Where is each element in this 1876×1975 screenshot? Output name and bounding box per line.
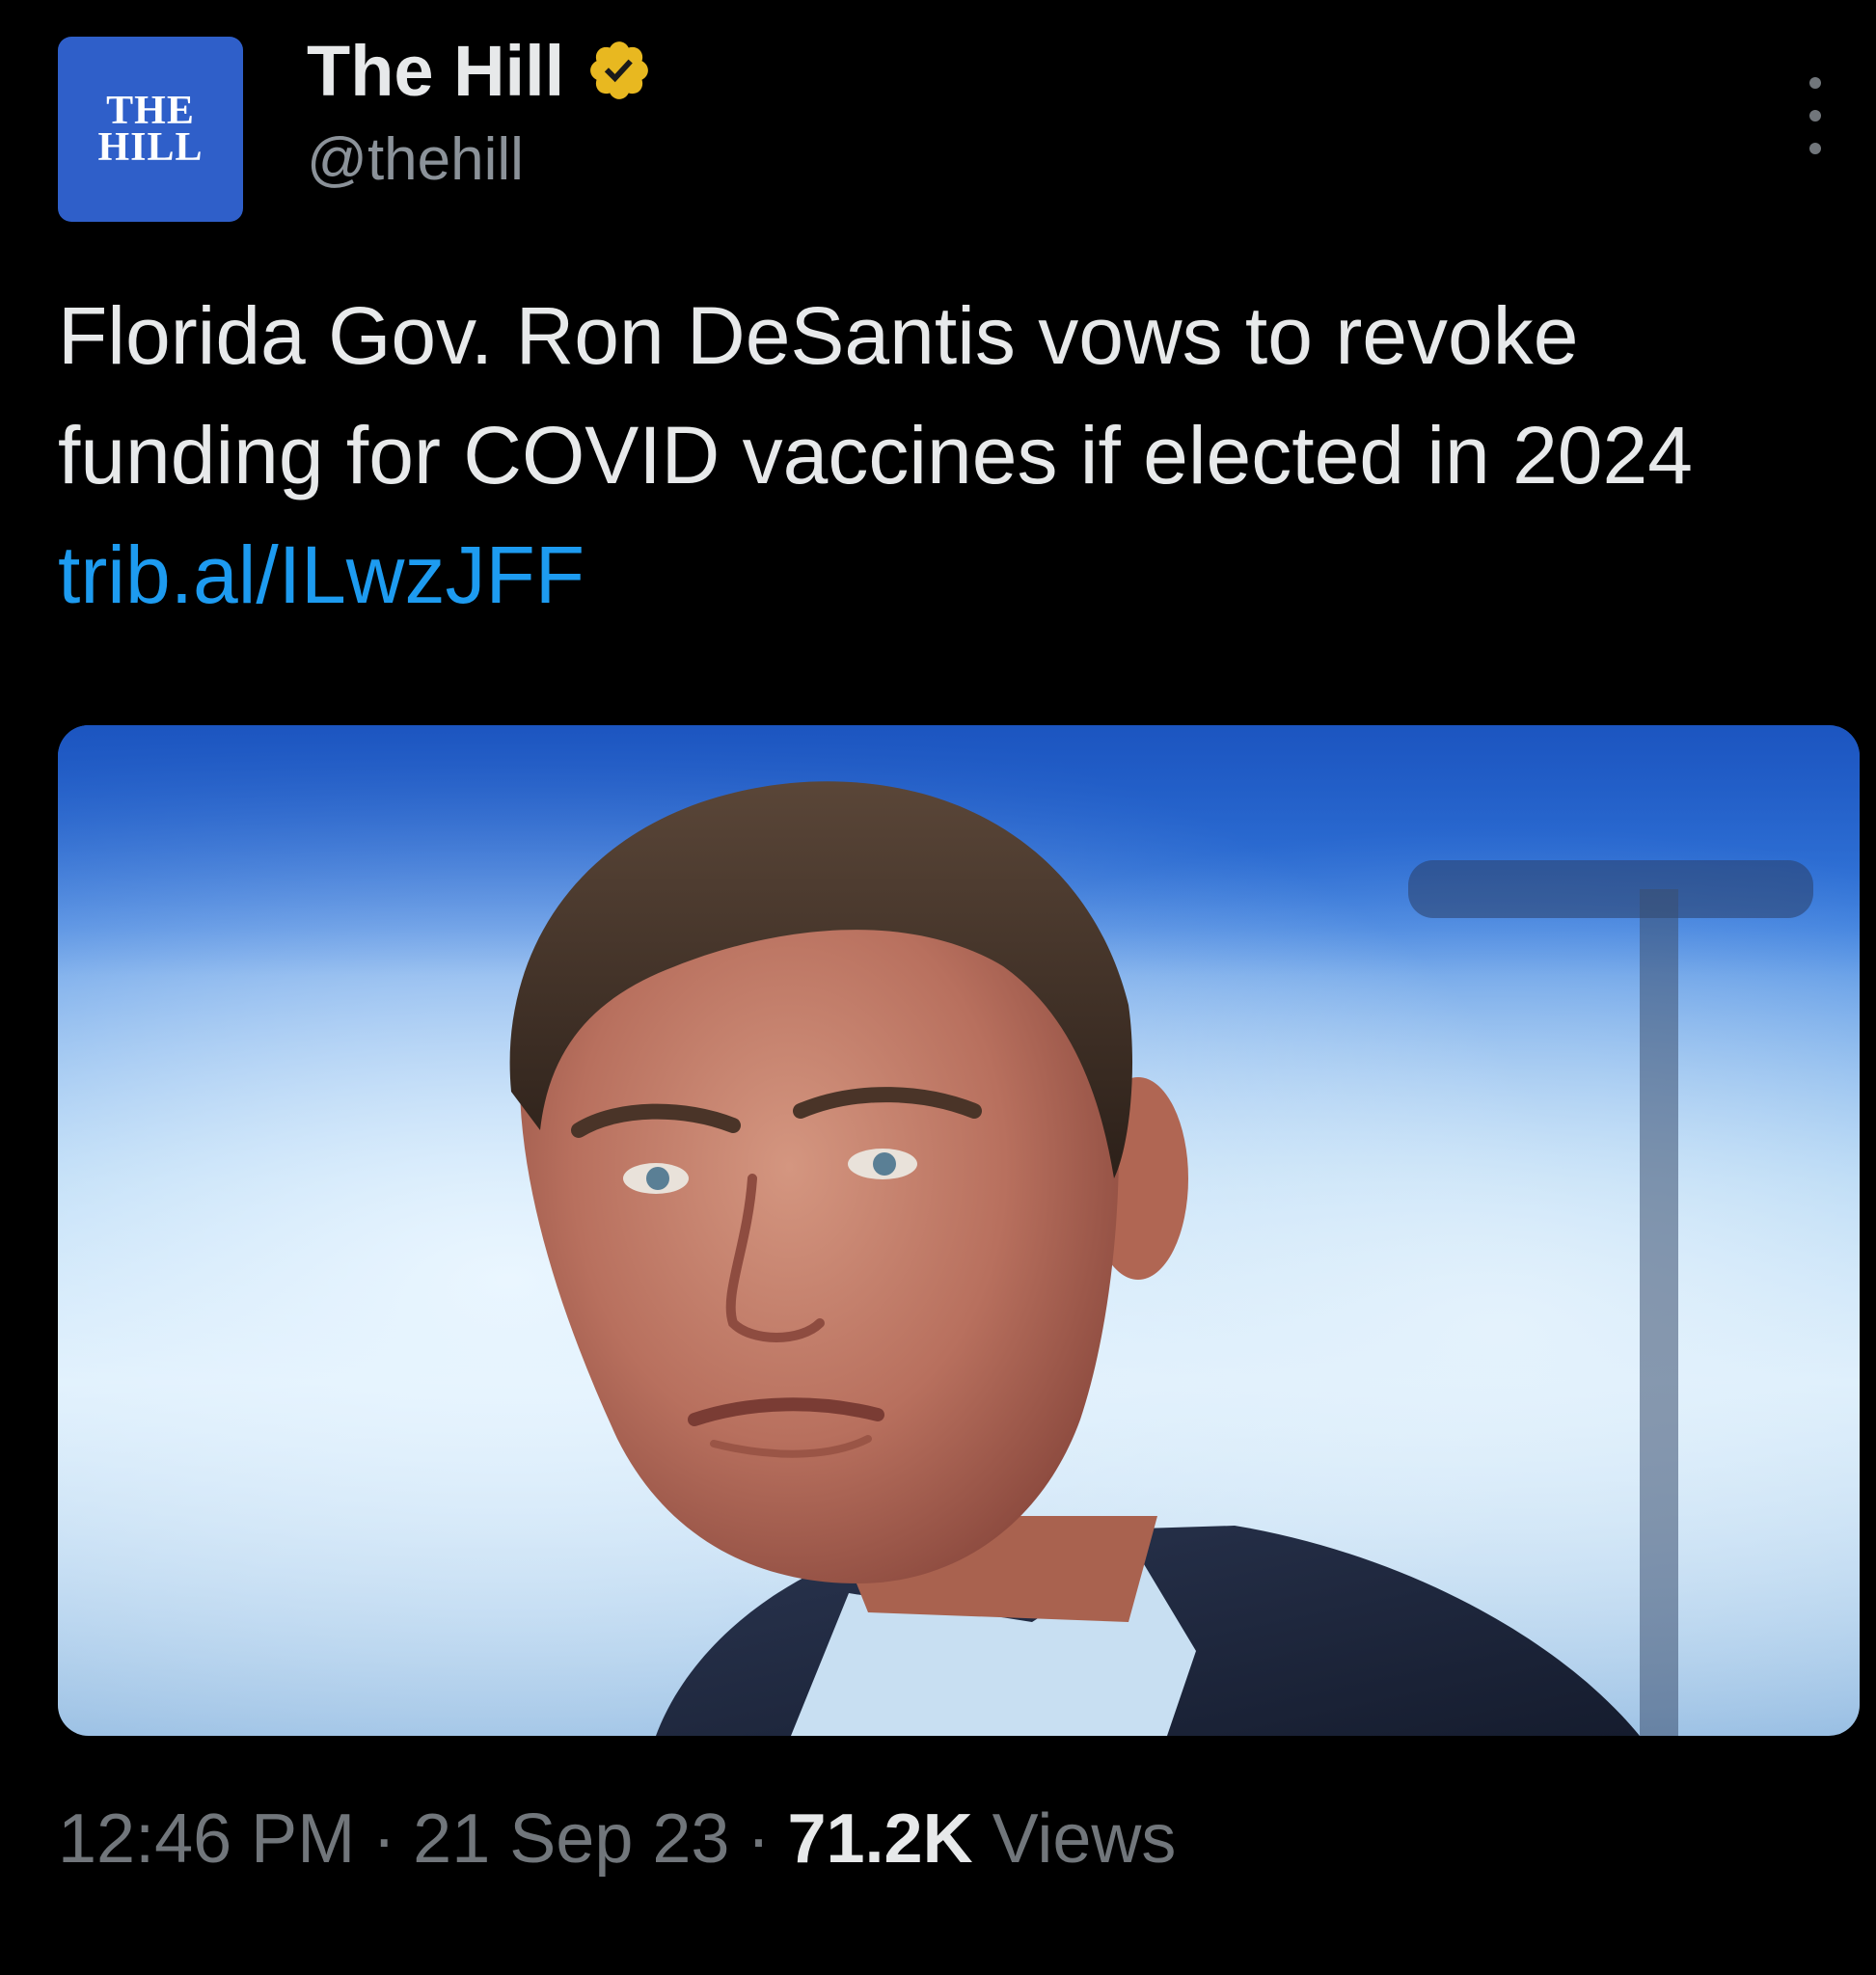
author-name-row: The Hill [307, 29, 653, 112]
meta-separator: · [747, 1800, 771, 1878]
meta-separator: · [372, 1800, 396, 1878]
more-options-icon[interactable] [1796, 77, 1835, 154]
more-dot [1809, 143, 1821, 154]
handle[interactable]: @thehill [307, 125, 524, 194]
tweet-text: Florida Gov. Ron DeSantis vows to revoke… [58, 276, 1775, 635]
display-name[interactable]: The Hill [307, 30, 564, 112]
verified-check-icon [590, 41, 649, 99]
views-label: Views [992, 1800, 1177, 1878]
views-count: 71.2K [787, 1800, 973, 1878]
tweet-body: Florida Gov. Ron DeSantis vows to revoke… [58, 290, 1693, 501]
more-dot [1809, 77, 1821, 89]
avatar-logo-text: THE HILL [97, 89, 204, 170]
tweet-link[interactable]: trib.al/ILwzJFF [58, 529, 585, 620]
more-dot [1809, 110, 1821, 122]
timestamp-time[interactable]: 12:46 PM [58, 1800, 355, 1878]
tweet-meta: 12:46 PM · 21 Sep 23 · 71.2K Views [58, 1799, 1176, 1879]
photo-image [58, 725, 1860, 1736]
tweet-photo[interactable] [58, 725, 1860, 1736]
tweet: THE HILL The Hill @thehill Florida Gov. … [0, 0, 1876, 1975]
timestamp-date[interactable]: 21 Sep 23 [413, 1800, 729, 1878]
avatar[interactable]: THE HILL [58, 37, 243, 222]
